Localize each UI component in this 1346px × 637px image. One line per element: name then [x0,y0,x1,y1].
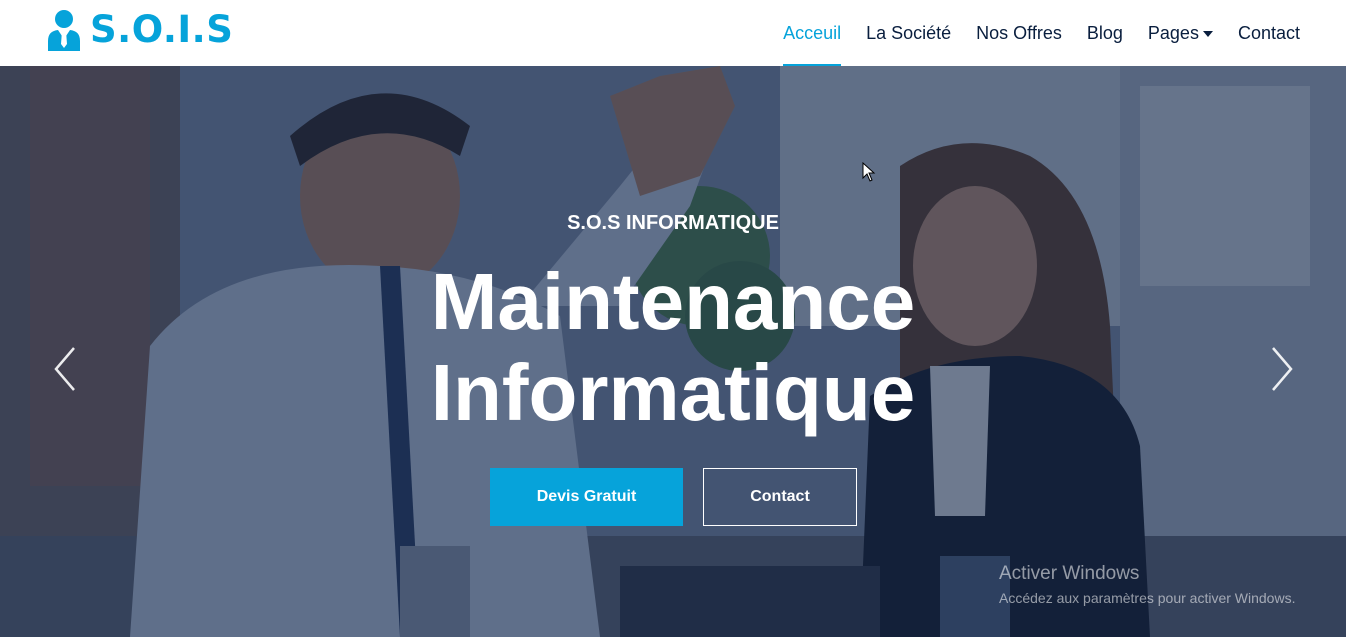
main-nav: Acceuil La Société Nos Offres Blog Pages… [758,0,1300,66]
watermark-title: Activer Windows [999,563,1140,584]
hero-headline: Maintenance Informatique [0,256,1346,438]
nav-item-label: Contact [1237,22,1300,43]
windows-activation-watermark: Activer Windows Accédez aux paramètres p… [999,563,1295,608]
nav-item-label: Blog [1086,22,1123,43]
hero-headline-line1: Maintenance [430,257,916,346]
nav-item-blog[interactable]: Blog [1087,0,1123,66]
nav-item-label: La Société [866,22,952,43]
brand-name: S.O.I.S [90,8,234,51]
nav-item-pages-dropdown[interactable]: Pages [1148,0,1213,66]
chevron-right-icon[interactable] [1261,344,1301,394]
navbar: S.O.I.S Acceuil La Société Nos Offres Bl… [0,0,1346,66]
nav-item-label: Acceuil [783,22,842,43]
caret-down-icon [1202,30,1213,37]
chevron-left-icon[interactable] [46,344,86,394]
watermark-subtitle: Accédez aux paramètres pour activer Wind… [999,590,1296,606]
hero-eyebrow: S.O.S INFORMATIQUE [567,212,779,234]
devis-gratuit-button[interactable]: Devis Gratuit [490,468,683,526]
nav-item-label: Nos Offres [976,22,1062,43]
mouse-cursor-icon [862,162,876,182]
nav-item-nos-offres[interactable]: Nos Offres [976,0,1062,66]
nav-item-label: Pages [1147,22,1199,43]
hero-carousel: S.O.S INFORMATIQUE Maintenance Informati… [0,66,1346,637]
user-tie-icon [48,10,80,51]
brand-logo[interactable]: S.O.I.S [46,8,233,52]
nav-item-contact[interactable]: Contact [1238,0,1300,66]
nav-item-la-societe[interactable]: La Société [866,0,951,66]
nav-item-acceuil[interactable]: Acceuil [783,0,842,66]
contact-button[interactable]: Contact [703,468,857,526]
hero-headline-line2: Informatique [430,348,916,437]
